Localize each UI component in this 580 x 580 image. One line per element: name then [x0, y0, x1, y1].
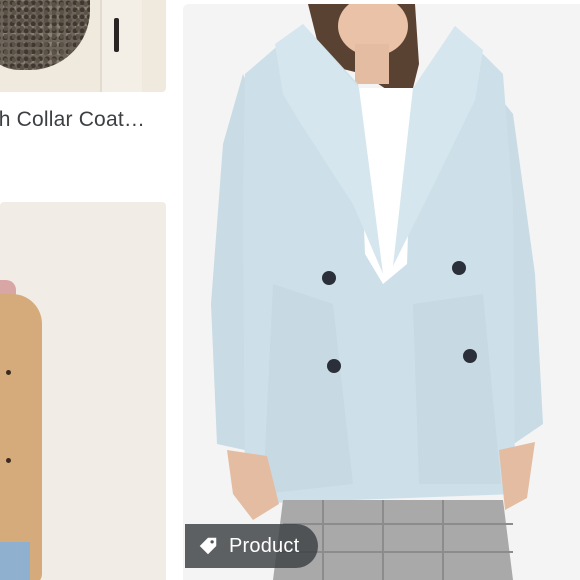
background-door — [100, 0, 142, 92]
result-title[interactable]: ch Collar Coat… — [0, 108, 166, 134]
jeans-shape — [0, 542, 30, 580]
tweed-coat-shape — [0, 0, 90, 70]
coat-button — [6, 370, 11, 375]
result-image-camel-coat[interactable] — [0, 202, 166, 580]
result-image-teddy-coat[interactable] — [183, 4, 580, 580]
coat-button — [6, 458, 11, 463]
door-hinge — [114, 18, 119, 52]
tag-icon — [199, 537, 217, 555]
teddy-coat-illustration — [183, 4, 580, 580]
camel-coat-shape — [0, 294, 42, 580]
product-badge[interactable]: Product — [185, 524, 318, 568]
product-badge-label: Product — [229, 534, 300, 557]
result-image-tweed-coat[interactable] — [0, 0, 166, 92]
